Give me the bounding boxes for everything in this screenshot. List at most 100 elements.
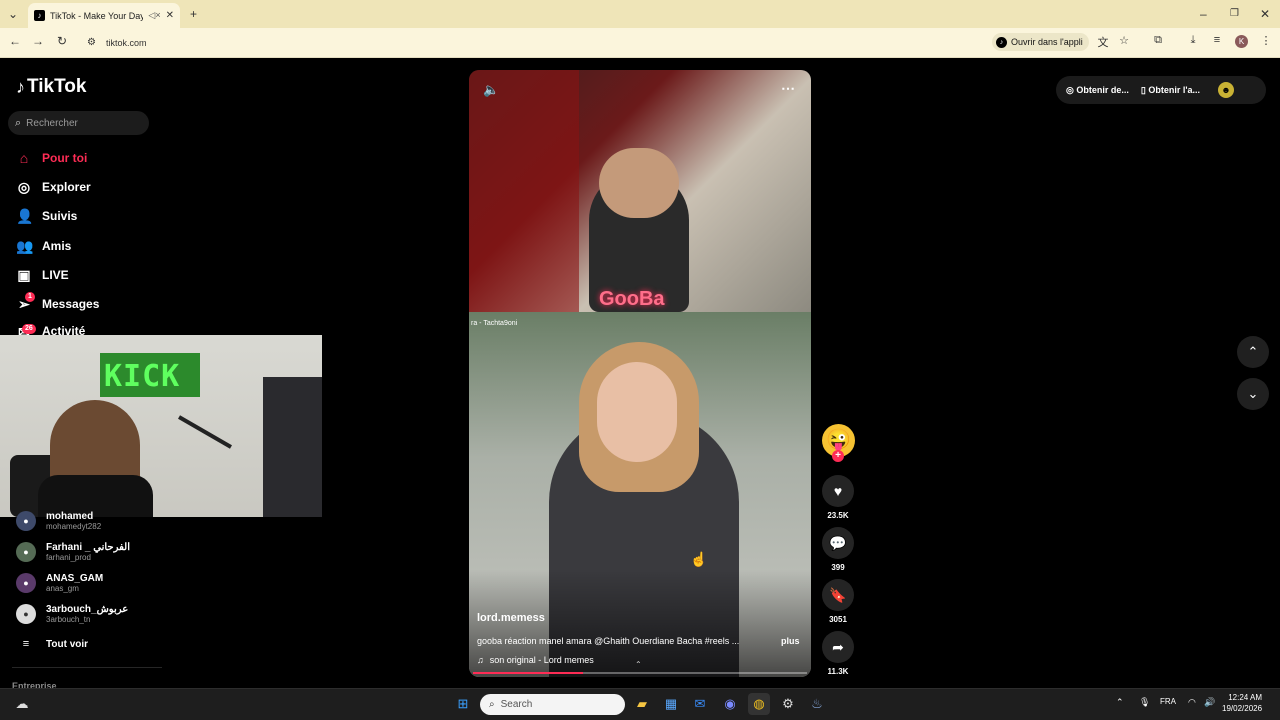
account-handle: 3arbouch_tn (46, 615, 91, 624)
search-input[interactable]: ⌕ Rechercher (8, 111, 149, 135)
close-window-icon[interactable]: ✕ (1260, 0, 1270, 28)
forward-icon[interactable]: → (29, 34, 47, 48)
coin-icon: ◎ (1066, 84, 1074, 95)
tray-overflow-icon[interactable]: ⌃ (1116, 697, 1124, 708)
outlook-icon[interactable]: ✉ (689, 693, 711, 715)
like-button[interactable]: ♥ 23.5K (822, 475, 854, 520)
follow-plus-button[interactable]: + (832, 450, 844, 462)
sidebar-item-activity[interactable]: ✉26 Activité (16, 324, 85, 335)
activity-badge: 26 (22, 324, 36, 334)
more-caption-button[interactable]: plus (781, 636, 800, 646)
account-name: Farhani _ الفرحاني (46, 542, 130, 553)
user-avatar[interactable]: ☻ (1218, 82, 1235, 98)
following-account[interactable]: ● Farhani _ الفرحاني farhani_prod (16, 539, 130, 565)
sidebar-item-label: Explorer (42, 180, 91, 194)
new-tab-button[interactable]: + (190, 0, 197, 28)
file-explorer-icon[interactable]: ▰ (631, 693, 653, 715)
extensions-icon[interactable]: ⧉ (1150, 34, 1166, 47)
maximize-icon[interactable]: ❐ (1230, 0, 1239, 28)
menu-icon[interactable]: ⋮ (1258, 34, 1274, 47)
account-handle: mohamedyt282 (46, 522, 102, 531)
store-icon[interactable]: ▦ (660, 693, 682, 715)
tiktok-logo[interactable]: ♪ TikTok (16, 76, 86, 98)
volume-icon[interactable]: 🔊 (1204, 697, 1215, 708)
save-button[interactable]: 🔖 3051 (822, 579, 854, 624)
sidebar-item-label: Activité (42, 324, 86, 335)
chevron-down-icon: ⌄ (1247, 386, 1259, 401)
see-all-button[interactable]: ≡ Tout voir (16, 636, 88, 652)
following-icon: 👤 (16, 207, 34, 224)
clock[interactable]: 12:24 AM 19/02/2026 (1222, 692, 1262, 714)
taskbar-search[interactable]: ⌕ Search (480, 694, 625, 715)
address-bar[interactable]: ⚙ tiktok.com (80, 33, 1140, 53)
friends-icon: 👥 (16, 237, 34, 254)
video-top-frame: GooBa (469, 70, 811, 312)
language-indicator[interactable]: FRA (1160, 697, 1176, 706)
chevron-up-icon: ⌃ (1247, 344, 1259, 359)
following-account[interactable]: ● mohamed mohamedyt282 (16, 509, 101, 533)
open-in-app-button[interactable]: ♪ Ouvrir dans l'appli (992, 33, 1089, 51)
widgets-icon[interactable]: ☁ (11, 693, 33, 715)
mic-arm (178, 415, 232, 449)
comment-button[interactable]: 💬 399 (822, 527, 854, 572)
progress-fill (473, 672, 584, 674)
get-app-button[interactable]: ▯ Obtenir l'a... (1141, 85, 1200, 96)
back-icon[interactable]: ← (6, 34, 24, 48)
discord-icon[interactable]: ◉ (719, 693, 741, 715)
next-video-button[interactable]: ⌄ (1237, 378, 1269, 410)
tab-search-icon[interactable]: ⌄ (8, 0, 18, 28)
mute-tab-icon[interactable]: ◁× (148, 10, 160, 21)
avatar: ● (16, 542, 36, 562)
browser-tab[interactable]: ♪ TikTok - Make Your Day ◁× ✕ (28, 3, 180, 28)
app-icon[interactable]: ⚙ (777, 693, 799, 715)
account-name: 3arbouch_عربوش (46, 604, 129, 615)
more-options-icon[interactable]: ⋯ (781, 80, 795, 97)
start-icon[interactable]: ⊞ (452, 693, 474, 715)
share-button[interactable]: ➦ 11.3K (822, 631, 854, 676)
comment-icon: 💬 (822, 527, 854, 559)
chevron-up-icon[interactable]: ⌃ (635, 660, 642, 669)
video-author[interactable]: lord.memess (477, 612, 545, 624)
chrome-icon[interactable]: ◍ (748, 693, 770, 715)
like-count: 23.5K (827, 511, 849, 520)
previous-video-button[interactable]: ⌃ (1237, 336, 1269, 368)
microphone-icon[interactable]: 🎙 (1139, 697, 1150, 708)
sidebar-item-live[interactable]: ▣ LIVE (16, 265, 69, 285)
sidebar-item-for-you[interactable]: ⌂ Pour toi (16, 148, 88, 168)
inbox-icon: ✉26 (16, 324, 36, 335)
tiktok-icon: ♪ (34, 10, 45, 21)
bookmark-star-icon[interactable]: ☆ (1116, 34, 1132, 47)
translate-icon[interactable]: 文 (1095, 34, 1111, 50)
close-tab-icon[interactable]: ✕ (166, 10, 174, 21)
footer-link-company[interactable]: Entreprise (12, 681, 57, 688)
sidebar-item-explore[interactable]: ◎ Explorer (16, 177, 91, 197)
sidebar-item-following[interactable]: 👤 Suivis (16, 206, 77, 226)
download-icon[interactable]: ⤓ (1185, 34, 1201, 47)
volume-icon[interactable]: 🔈 (483, 82, 499, 98)
sidebar-item-friends[interactable]: 👥 Amis (16, 236, 71, 256)
sound-link[interactable]: ♫ son original - Lord memes (477, 655, 594, 665)
reload-icon[interactable]: ↻ (53, 34, 71, 48)
steam-icon[interactable]: ♨ (806, 693, 828, 715)
get-coins-button[interactable]: ◎ Obtenir de... (1066, 85, 1129, 96)
list-icon: ≡ (22, 638, 30, 650)
profile-avatar[interactable]: K (1235, 35, 1248, 48)
face (597, 362, 677, 462)
sidebar-item-label: Pour toi (42, 151, 88, 165)
music-note-icon: ♫ (477, 655, 484, 665)
wifi-icon[interactable]: ◠ (1188, 697, 1196, 708)
webcam-overlay: KICK (0, 335, 322, 517)
taskbar-search-placeholder: Search (500, 699, 533, 710)
url-text: tiktok.com (106, 38, 147, 48)
clock-date: 19/02/2026 (1222, 704, 1263, 713)
following-account[interactable]: ● ANAS_GAM anas_gm (16, 570, 103, 596)
get-app-label: Obtenir l'a... (1148, 84, 1201, 95)
sidebar-item-messages[interactable]: ➢ 1 Messages (16, 291, 99, 314)
send-icon: ➢ 1 (16, 291, 35, 313)
minimize-icon[interactable]: – (1200, 0, 1207, 28)
tab-list-icon[interactable]: ≡ (1209, 34, 1225, 46)
following-account[interactable]: ● 3arbouch_عربوش 3arbouch_tn (16, 601, 128, 627)
site-info-icon[interactable]: ⚙ (87, 37, 96, 48)
video-player[interactable]: GooBa ra - Tachta9oni 🔈 ⋯ lord.memess go… (469, 70, 811, 677)
sidebar-item-label: LIVE (42, 268, 69, 282)
